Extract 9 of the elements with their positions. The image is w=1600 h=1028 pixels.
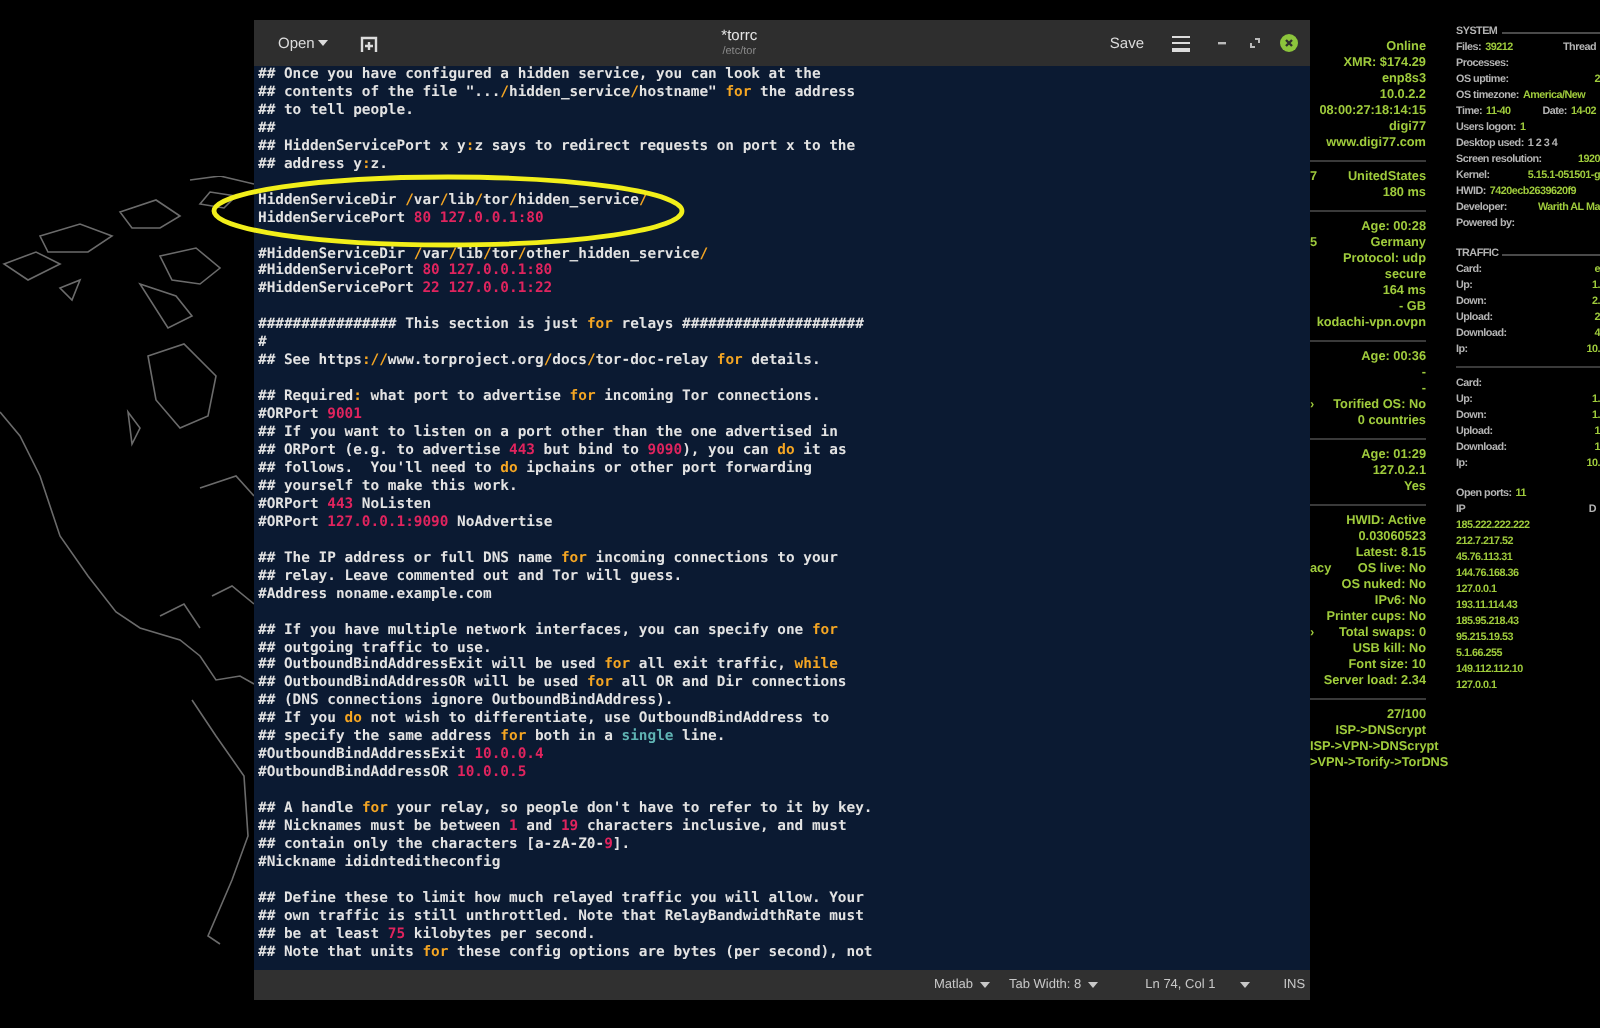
maximize-icon[interactable]	[1250, 38, 1260, 48]
minimize-icon[interactable]	[1218, 41, 1226, 45]
caret-icon	[1087, 982, 1098, 988]
position-dropdown[interactable]	[1239, 979, 1252, 991]
close-icon[interactable]	[1280, 34, 1298, 52]
caret-icon	[979, 982, 990, 988]
caret-icon	[318, 40, 329, 46]
new-document-icon[interactable]	[356, 31, 381, 55]
menu-icon[interactable]	[1172, 35, 1190, 51]
